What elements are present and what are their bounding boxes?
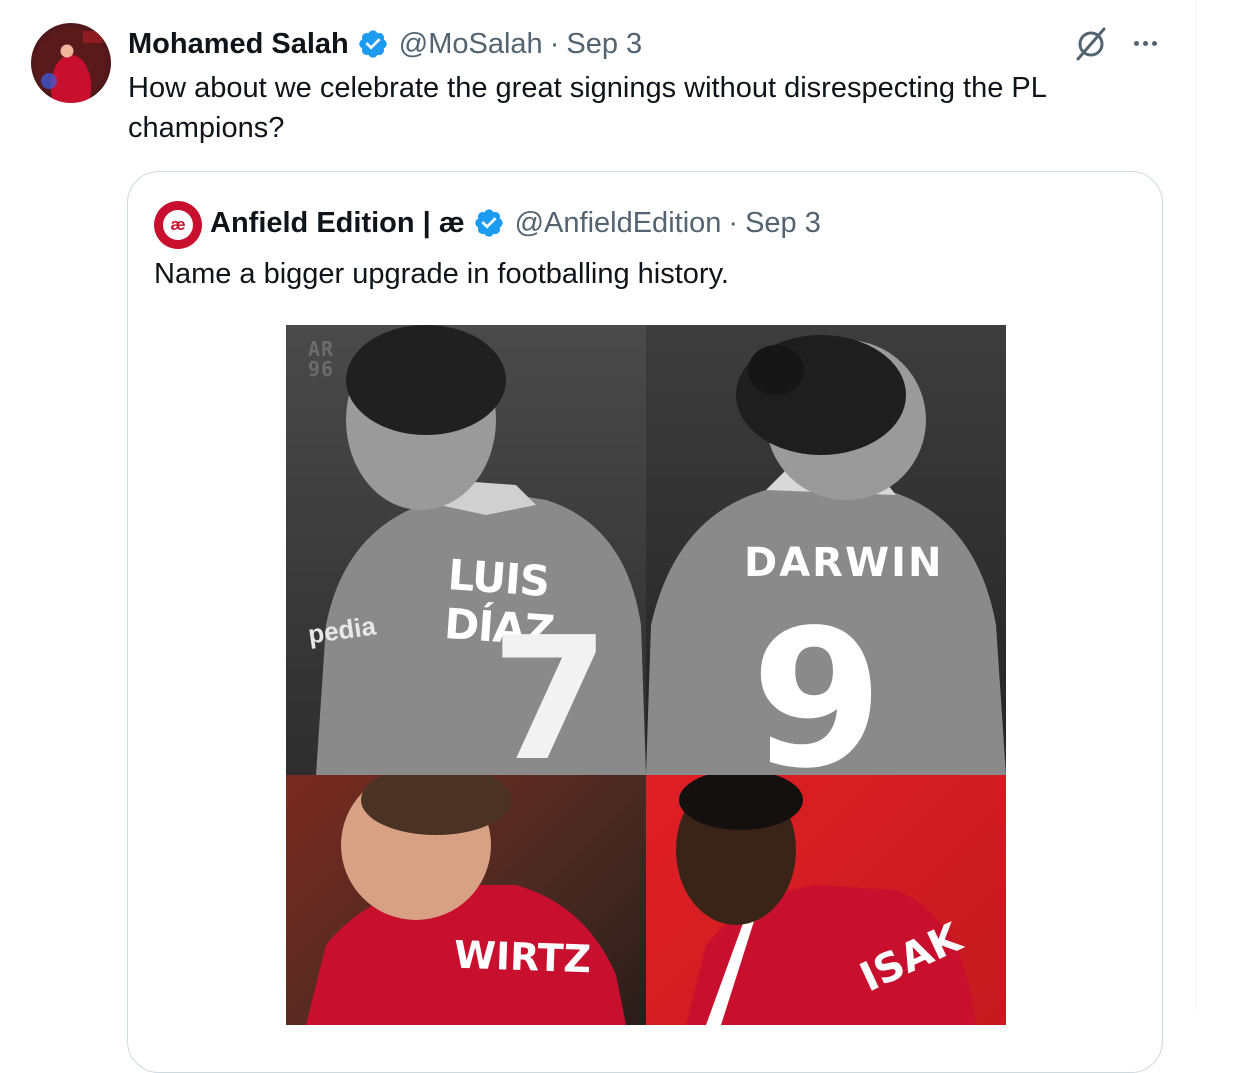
quoted-author-avatar[interactable]: æ	[154, 201, 202, 249]
quoted-tweet-text: Name a bigger upgrade in footballing his…	[154, 258, 729, 290]
shirt-name-wirtz: WIRTZ	[453, 932, 592, 982]
quoted-avatar-logo: æ	[163, 210, 193, 240]
quoted-author-name[interactable]: Anfield Edition | æ	[210, 207, 465, 240]
author-avatar[interactable]	[31, 23, 111, 103]
grok-icon[interactable]	[1073, 26, 1109, 62]
panel-darwin: DARWIN 9	[646, 325, 1006, 775]
tweet-text: How about we celebrate the great signing…	[128, 72, 1046, 144]
shirt-name-darwin: DARWIN	[744, 540, 944, 586]
verified-badge-icon	[357, 28, 389, 60]
tweet-header: Mohamed Salah @MoSalah · Sep 3	[128, 24, 642, 64]
quoted-tweet[interactable]: æ Anfield Edition | æ @AnfieldEdition · …	[127, 171, 1163, 1073]
panel-wirtz: WIRTZ	[286, 775, 646, 1025]
shirt-number-7: 7	[491, 601, 610, 775]
quoted-author-handle[interactable]: @AnfieldEdition	[515, 207, 722, 240]
panel-isak: ISAK	[646, 775, 1006, 1025]
separator-dot: ·	[728, 206, 739, 239]
watermark: AR 96	[308, 337, 335, 381]
tweet-date[interactable]: Sep 3	[566, 28, 642, 61]
more-options-icon[interactable]	[1128, 26, 1162, 60]
shirt-number-9: 9	[751, 589, 884, 776]
author-name[interactable]: Mohamed Salah	[128, 28, 349, 61]
author-handle[interactable]: @MoSalah	[399, 28, 543, 61]
column-divider	[1195, 0, 1196, 1010]
verified-badge-icon	[473, 207, 505, 239]
quoted-tweet-date[interactable]: Sep 3	[745, 207, 821, 240]
separator-dot: ·	[549, 27, 560, 60]
panel-luis-diaz: AR 96 pedia LUIS DÍAZ 7	[286, 325, 646, 775]
quoted-tweet-header: Anfield Edition | æ @AnfieldEdition · Se…	[210, 201, 821, 245]
quoted-media-image[interactable]: AR 96 pedia LUIS DÍAZ 7 DARWIN 9 WIRTZ I…	[286, 325, 1006, 1025]
